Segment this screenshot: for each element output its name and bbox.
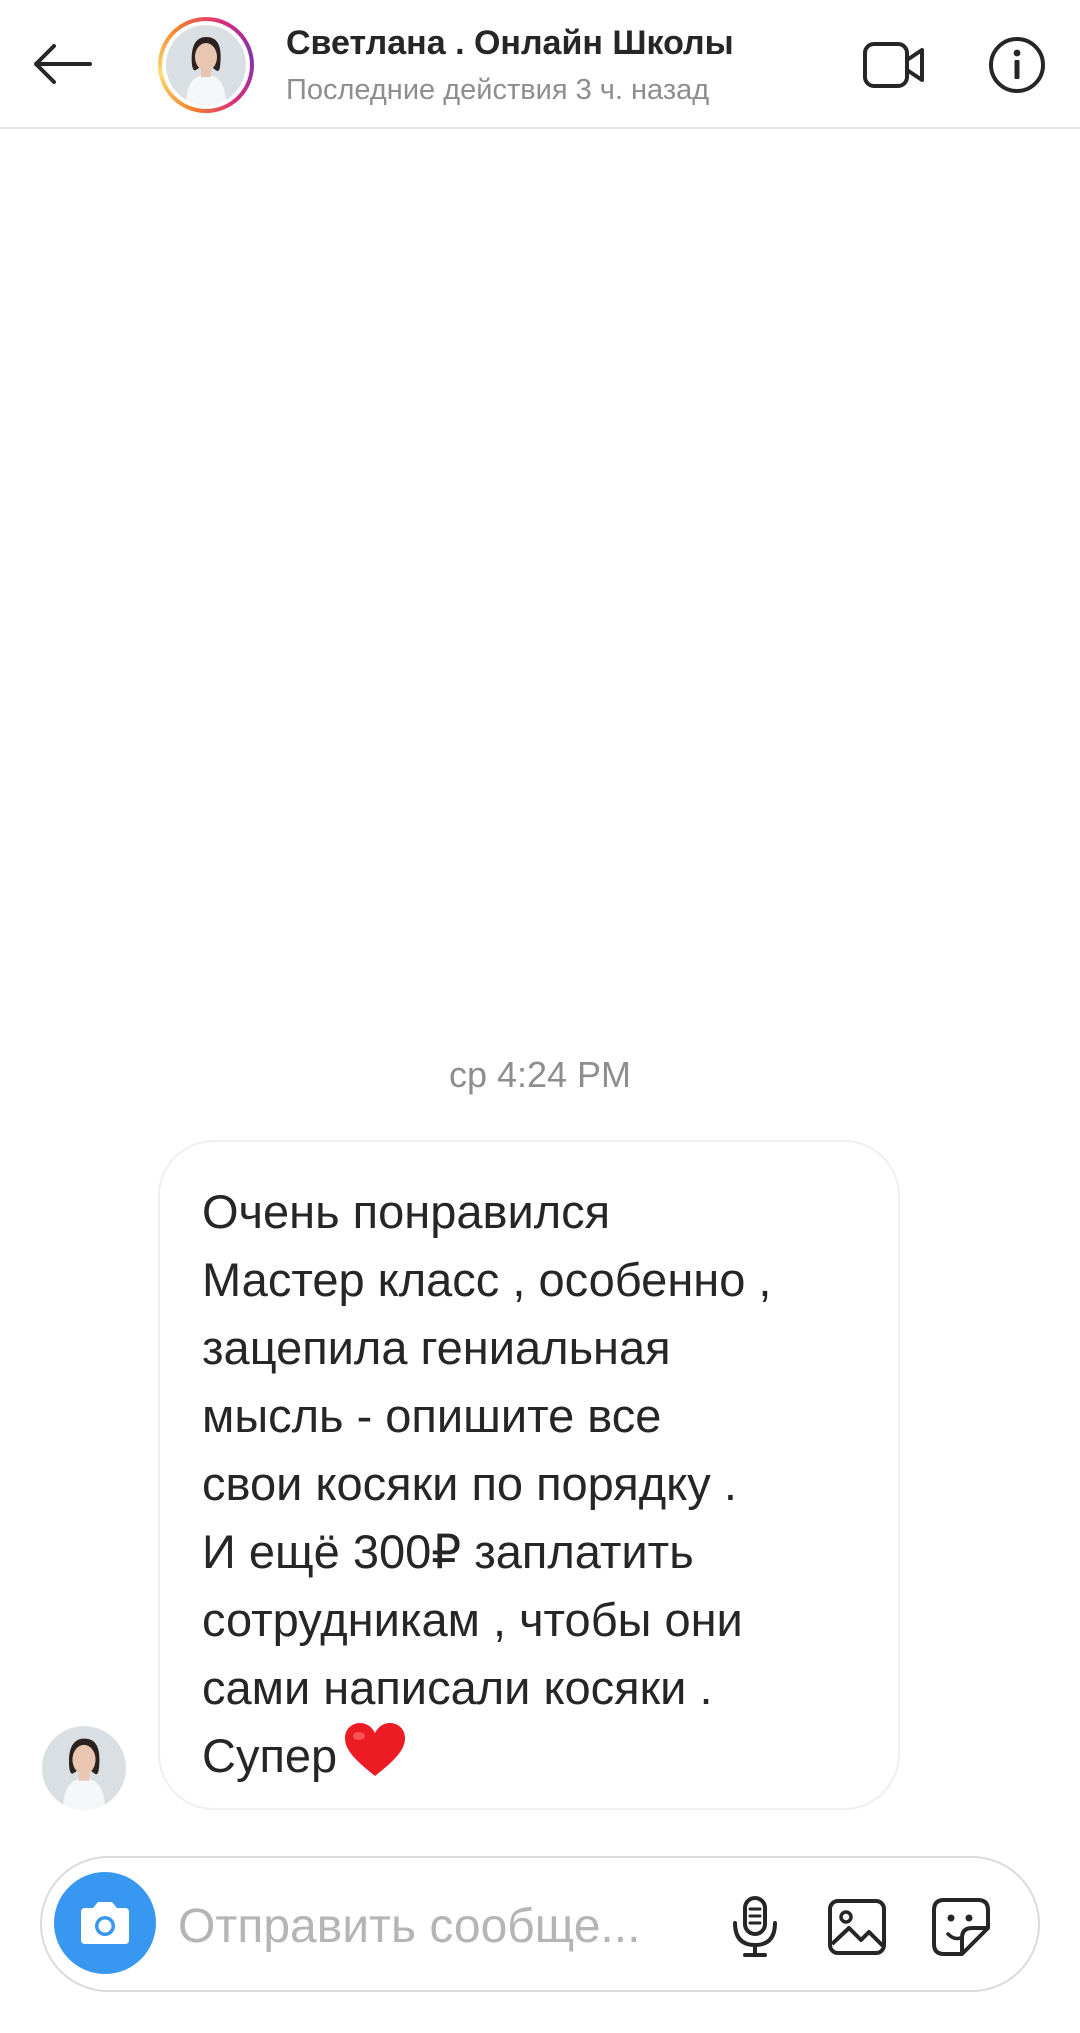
microphone-button[interactable] xyxy=(720,1892,790,1962)
video-camera-icon xyxy=(863,42,924,88)
message-timestamp: ср 4:24 PM xyxy=(448,1054,632,1095)
message-composer xyxy=(40,1856,1040,1992)
sticker-button[interactable] xyxy=(926,1892,996,1962)
camera-button[interactable] xyxy=(54,1872,156,1974)
microphone-icon xyxy=(733,1896,777,1957)
last-active-status: Последние действия 3 ч. назад xyxy=(286,74,710,106)
heart-emoji-icon xyxy=(343,1722,407,1783)
chat-header: Светлана . Онлайн Школы Последние действ… xyxy=(0,0,1080,129)
message-text: Очень понравился Мастер класс , особенно… xyxy=(202,1185,772,1782)
back-button[interactable] xyxy=(24,28,100,100)
message-bubble[interactable]: Очень понравился Мастер класс , особенно… xyxy=(158,1140,900,1810)
sender-avatar[interactable] xyxy=(42,1726,126,1810)
info-icon xyxy=(989,37,1045,93)
contact-name[interactable]: Светлана . Онлайн Школы xyxy=(286,24,734,63)
sticker-icon xyxy=(932,1898,990,1956)
message-input[interactable] xyxy=(178,1888,738,1964)
avatar-photo xyxy=(166,25,246,105)
gallery-button[interactable] xyxy=(822,1892,892,1962)
arrow-left-icon xyxy=(34,44,92,84)
video-call-button[interactable] xyxy=(858,30,930,100)
camera-icon xyxy=(81,1902,129,1944)
gallery-icon xyxy=(828,1899,886,1955)
info-button[interactable] xyxy=(982,30,1052,100)
contact-avatar[interactable] xyxy=(158,17,254,113)
